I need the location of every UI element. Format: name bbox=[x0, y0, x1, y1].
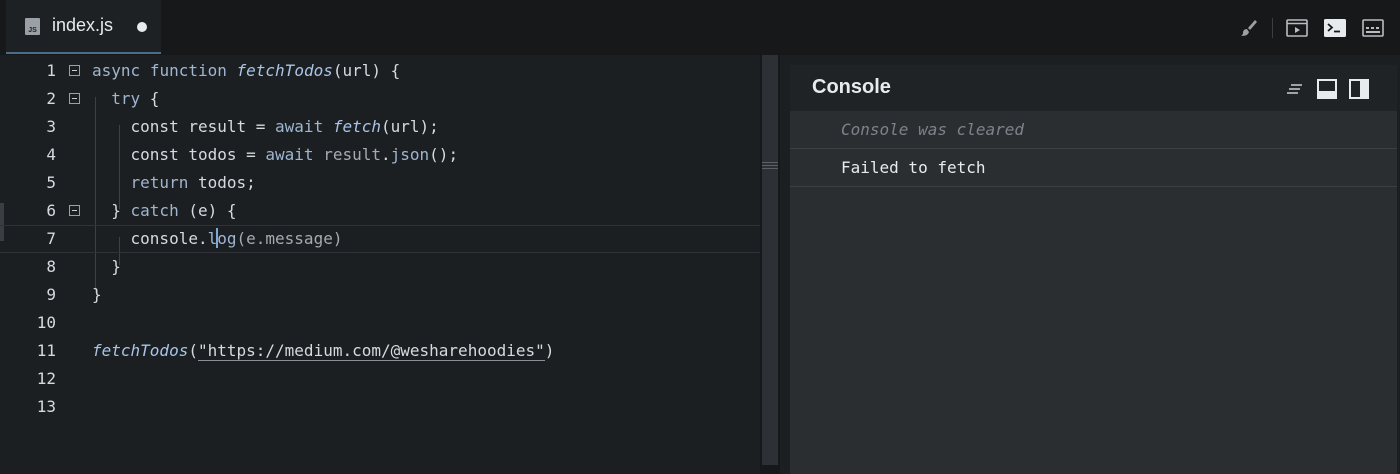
console-entry-log: Failed to fetch bbox=[790, 149, 1397, 187]
scrollbar-track[interactable] bbox=[762, 55, 778, 465]
code-line-11[interactable]: 11 fetchTodos("https://medium.com/@wesha… bbox=[0, 337, 760, 365]
code-editor[interactable]: 1 async function fetchTodos(url) { 2 try… bbox=[0, 55, 760, 474]
console-entry-text: Failed to fetch bbox=[841, 158, 986, 177]
code-line-2[interactable]: 2 try { bbox=[0, 85, 760, 113]
console-header: Console bbox=[790, 65, 1397, 111]
splitter-grip-line bbox=[762, 165, 778, 166]
console-entry-info: Console was cleared bbox=[790, 111, 1397, 149]
unsaved-dot-icon[interactable] bbox=[137, 22, 147, 32]
line-number: 10 bbox=[36, 313, 56, 332]
code-text: const todos = await result.json(); bbox=[92, 145, 459, 164]
keyboard-icon[interactable] bbox=[1361, 17, 1385, 39]
top-bar: JS index.js bbox=[0, 0, 1400, 55]
code-line-9[interactable]: 9 } bbox=[0, 281, 760, 309]
code-line-4[interactable]: 4 const todos = await result.json(); bbox=[0, 141, 760, 169]
js-file-icon-label: JS bbox=[28, 27, 37, 34]
prettier-brush-icon[interactable] bbox=[1237, 17, 1261, 39]
code-line-5[interactable]: 5 return todos; bbox=[0, 169, 760, 197]
code-text: fetchTodos("https://medium.com/@weshareh… bbox=[92, 341, 555, 361]
code-text: return todos; bbox=[130, 173, 256, 192]
line-number: 8 bbox=[46, 257, 56, 276]
splitter-grip-line bbox=[762, 168, 778, 169]
code-line-8[interactable]: 8 } bbox=[0, 253, 760, 281]
code-text: const result = await fetch(url); bbox=[92, 117, 439, 136]
line-number: 5 bbox=[46, 173, 56, 192]
fold-toggle-icon[interactable] bbox=[69, 93, 80, 104]
code-text: } catch (e) { bbox=[92, 201, 237, 220]
terminal-icon[interactable] bbox=[1323, 17, 1347, 39]
pane-splitter[interactable] bbox=[760, 55, 780, 474]
line-number: 11 bbox=[36, 341, 56, 360]
code-line-1[interactable]: 1 async function fetchTodos(url) { bbox=[0, 57, 760, 85]
line-number: 12 bbox=[36, 369, 56, 388]
run-preview-icon[interactable] bbox=[1285, 17, 1309, 39]
code-text: async function fetchTodos(url) { bbox=[92, 61, 401, 80]
code-text: } bbox=[92, 285, 102, 304]
code-line-6[interactable]: 6 } catch (e) { bbox=[0, 197, 760, 225]
code-text: } bbox=[92, 257, 121, 276]
code-line-3[interactable]: 3 const result = await fetch(url); bbox=[0, 113, 760, 141]
line-number: 4 bbox=[46, 145, 56, 164]
line-number: 1 bbox=[46, 61, 56, 80]
line-number: 2 bbox=[46, 89, 56, 108]
toolbar-separator bbox=[1272, 18, 1273, 38]
fold-toggle-icon[interactable] bbox=[69, 205, 80, 216]
console-panel: Console Console was cleared Failed to fe… bbox=[790, 65, 1397, 474]
code-text: console.log(e.message) bbox=[92, 228, 343, 248]
code-line-13[interactable]: 13 bbox=[0, 393, 760, 421]
code-line-12[interactable]: 12 bbox=[0, 365, 760, 393]
line-number: 3 bbox=[46, 117, 56, 136]
code-text: try { bbox=[111, 89, 160, 108]
fold-toggle-icon[interactable] bbox=[69, 65, 80, 76]
code-line-10[interactable]: 10 bbox=[0, 309, 760, 337]
console-title: Console bbox=[812, 76, 891, 98]
line-number: 7 bbox=[46, 229, 56, 248]
clear-console-icon[interactable] bbox=[1284, 78, 1306, 100]
tab-label: index.js bbox=[52, 15, 114, 35]
line-number: 9 bbox=[46, 285, 56, 304]
code-line-7-current[interactable]: 7 console.log(e.message) bbox=[0, 225, 760, 253]
console-entry-text: Console was cleared bbox=[841, 120, 1025, 139]
dock-right-icon[interactable] bbox=[1348, 78, 1370, 100]
line-number: 13 bbox=[36, 397, 56, 416]
js-file-icon: JS bbox=[25, 18, 40, 35]
editor-tab-index-js[interactable]: JS index.js bbox=[6, 0, 161, 54]
splitter-grip-line bbox=[762, 162, 778, 163]
dock-bottom-icon[interactable] bbox=[1316, 78, 1338, 100]
line-number: 6 bbox=[46, 201, 56, 220]
